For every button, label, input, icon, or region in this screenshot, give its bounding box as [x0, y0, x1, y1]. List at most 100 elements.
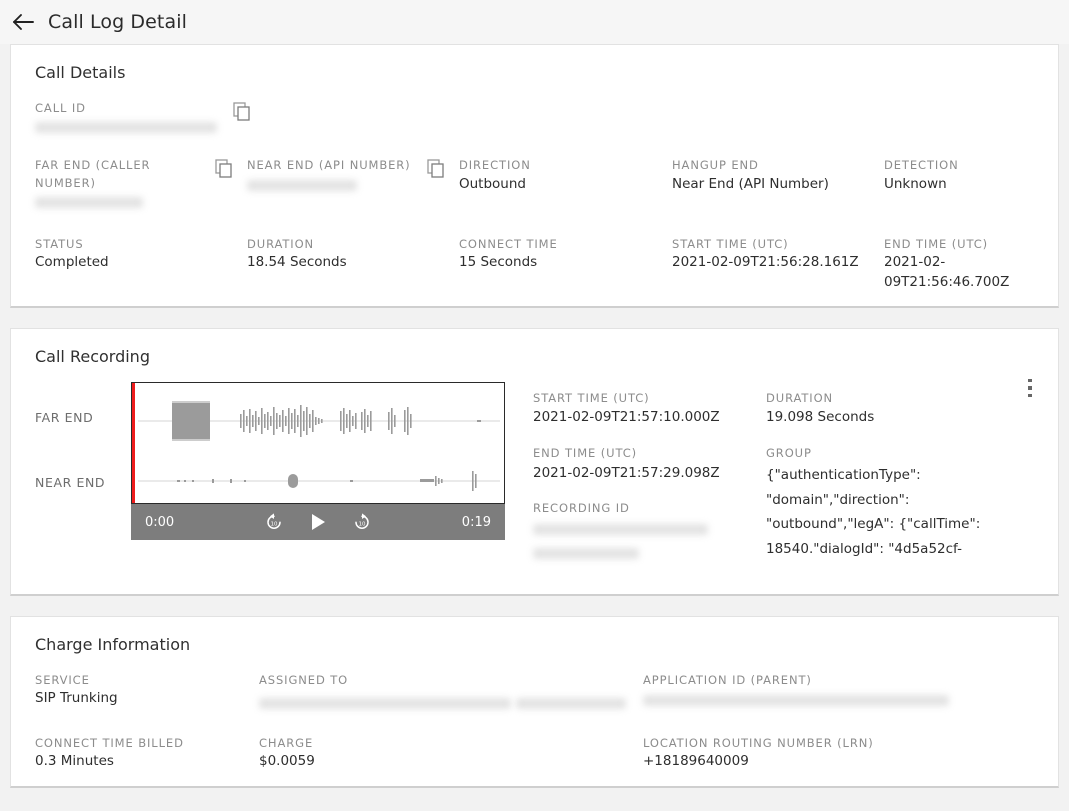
direction-value: Outbound: [459, 175, 526, 192]
application-id-label: APPLICATION ID (PARENT): [643, 672, 812, 687]
kebab-dot: [1028, 393, 1032, 398]
recording-metadata: START TIME (UTC) 2021-02-09T21:57:10.000…: [505, 382, 1034, 580]
charge-row-2: CONNECT TIME BILLED 0.3 Minutes CHARGE $…: [35, 735, 1034, 772]
recording-group-label: GROUP: [766, 446, 812, 461]
hangup-end-label: HANGUP END: [672, 158, 759, 173]
detection-label: DETECTION: [884, 158, 959, 173]
recording-start-time-field: START TIME (UTC) 2021-02-09T21:57:10.000…: [533, 390, 766, 428]
call-details-title: Call Details: [35, 63, 126, 82]
detection-value: Unknown: [884, 175, 947, 192]
recording-group-value: {"authenticationType": "domain","directi…: [766, 466, 981, 558]
back-arrow-icon[interactable]: [12, 11, 34, 33]
play-icon[interactable]: [310, 513, 326, 531]
detection-field: DETECTION Unknown: [884, 157, 1056, 212]
start-time-field: START TIME (UTC) 2021-02-09T21:56:28.161…: [672, 236, 884, 292]
forward-10-icon[interactable]: 10: [352, 512, 372, 532]
start-time-value: 2021-02-09T21:56:28.161Z: [672, 254, 859, 270]
track-labels: FAR END NEAR END: [35, 388, 131, 508]
call-details-card: Call Details CALL ID FAR END (CALLER NUM…: [10, 44, 1059, 309]
call-log-detail-page: Call Log Detail Call Details CALL ID FAR…: [0, 0, 1069, 811]
far-end-field: FAR END (CALLER NUMBER): [35, 157, 247, 212]
recording-end-time-label: END TIME (UTC): [533, 446, 638, 461]
application-id-field: APPLICATION ID (PARENT): [643, 672, 1034, 713]
page-header: Call Log Detail: [0, 0, 1069, 44]
far-end-label: FAR END (CALLER NUMBER): [35, 158, 151, 190]
recording-end-time-field: END TIME (UTC) 2021-02-09T21:57:29.098Z: [533, 445, 766, 483]
service-field: SERVICE SIP Trunking: [35, 672, 259, 713]
recording-id-field: RECORDING ID: [533, 500, 766, 562]
lrn-label: LOCATION ROUTING NUMBER (LRN): [643, 735, 874, 750]
current-time-label: 0:00: [145, 514, 175, 530]
direction-field: DIRECTION Outbound: [459, 157, 672, 212]
service-value: SIP Trunking: [35, 689, 118, 706]
call-id-label: CALL ID: [35, 101, 86, 115]
duration-label: DURATION: [247, 236, 315, 251]
charge-value: $0.0059: [259, 753, 315, 770]
start-time-label: START TIME (UTC): [672, 236, 789, 251]
hangup-end-value: Near End (API Number): [672, 175, 829, 192]
near-end-field: NEAR END (API NUMBER): [247, 157, 459, 212]
recording-end-time-value: 2021-02-09T21:57:29.098Z: [533, 464, 720, 481]
service-label: SERVICE: [35, 672, 90, 687]
playhead-marker[interactable]: [132, 383, 135, 504]
status-value: Completed: [35, 254, 109, 270]
svg-text:10: 10: [359, 522, 366, 528]
duration-value: 18.54 Seconds: [247, 254, 347, 270]
connect-time-field: CONNECT TIME 15 Seconds: [459, 236, 672, 292]
duration-field: DURATION 18.54 Seconds: [247, 236, 459, 292]
end-time-field: END TIME (UTC) 2021-02-09T21:56:46.700Z: [884, 236, 1056, 292]
kebab-menu-icon[interactable]: [1020, 376, 1040, 400]
assigned-to-field: ASSIGNED TO: [259, 672, 643, 713]
copy-far-end-icon[interactable]: [215, 159, 233, 179]
direction-label: DIRECTION: [459, 158, 531, 173]
assigned-to-label: ASSIGNED TO: [259, 672, 349, 687]
player-controls: 0:00 10 10 0:19: [131, 504, 505, 541]
connect-time-billed-value: 0.3 Minutes: [35, 753, 114, 770]
copy-near-end-icon[interactable]: [427, 159, 445, 179]
charge-label: CHARGE: [259, 735, 314, 750]
total-time-label: 0:19: [461, 514, 491, 530]
recording-duration-field: DURATION 19.098 Seconds: [766, 390, 1034, 428]
recording-duration-label: DURATION: [766, 391, 834, 406]
recording-player-area: FAR END NEAR END 0:00 10 10 0:19: [35, 382, 505, 541]
kebab-dot: [1028, 378, 1032, 383]
charge-field: CHARGE $0.0059: [259, 735, 643, 772]
near-end-label: NEAR END (API NUMBER): [247, 158, 411, 173]
end-time-label: END TIME (UTC): [884, 236, 989, 251]
near-end-value-redacted: [247, 179, 357, 191]
connect-time-value: 15 Seconds: [459, 254, 538, 270]
status-field: STATUS Completed: [35, 236, 247, 292]
connect-time-billed-label: CONNECT TIME BILLED: [35, 735, 184, 750]
recording-id-value-redacted-line2: [533, 547, 639, 559]
application-id-value-redacted: [643, 694, 949, 706]
assigned-to-value-redacted: [259, 697, 511, 709]
far-end-value-redacted: [35, 196, 143, 208]
call-recording-card: Call Recording FAR END NEAR END 0:00 10 …: [10, 328, 1059, 596]
call-id-field: CALL ID: [35, 100, 1034, 137]
lrn-value: +18189640009: [643, 753, 749, 770]
lrn-field: LOCATION ROUTING NUMBER (LRN) +181896400…: [643, 735, 1034, 772]
waveform-canvas[interactable]: [131, 382, 505, 505]
recording-id-value-redacted: [533, 523, 708, 535]
call-details-row-1: FAR END (CALLER NUMBER) NEAR END (API NU…: [35, 157, 1034, 212]
recording-start-time-value: 2021-02-09T21:57:10.000Z: [533, 409, 720, 426]
connect-time-label: CONNECT TIME: [459, 236, 558, 251]
recording-start-time-label: START TIME (UTC): [533, 391, 650, 406]
call-id-value-redacted: [35, 122, 217, 134]
page-title: Call Log Detail: [48, 11, 187, 33]
replay-10-icon[interactable]: 10: [264, 512, 284, 532]
assigned-to-value-redacted-line2: [516, 697, 627, 709]
charge-information-title: Charge Information: [35, 634, 191, 654]
recording-duration-value: 19.098 Seconds: [766, 409, 875, 426]
recording-id-label: RECORDING ID: [533, 501, 630, 516]
call-details-row-2: STATUS Completed DURATION 18.54 Seconds …: [35, 236, 1034, 292]
svg-text:10: 10: [271, 522, 278, 528]
charge-row-1: SERVICE SIP Trunking ASSIGNED TO APPLICA…: [35, 672, 1034, 713]
hangup-end-field: HANGUP END Near End (API Number): [672, 157, 884, 212]
far-end-track-label: FAR END: [35, 410, 94, 426]
near-end-track-label: NEAR END: [35, 475, 106, 491]
waveform-graphic: [138, 401, 500, 492]
copy-call-id-icon[interactable]: [233, 102, 251, 122]
connect-time-billed-field: CONNECT TIME BILLED 0.3 Minutes: [35, 735, 259, 772]
audio-player: 0:00 10 10 0:19: [131, 382, 505, 541]
